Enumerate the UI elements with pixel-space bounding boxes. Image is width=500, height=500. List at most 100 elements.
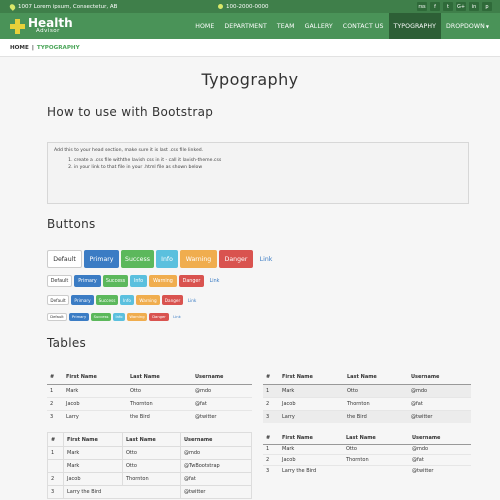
- pinterest-icon[interactable]: p: [482, 2, 492, 11]
- table-row: 1 Mark Otto @mdo: [263, 383, 471, 397]
- facebook-icon[interactable]: f: [430, 2, 440, 11]
- nav-item-department[interactable]: DEPARTMENT: [219, 13, 272, 39]
- table-row: 2 Jacob Thornton @fat: [47, 472, 252, 486]
- table-cell: 1: [263, 443, 279, 455]
- phone-text[interactable]: 100-2000-0000: [226, 4, 268, 10]
- default-button[interactable]: Default: [47, 275, 72, 287]
- table-cell: @TwBootstrap: [180, 459, 252, 473]
- address: 1007 Lorem ipsum, Consectetur, AB: [8, 2, 118, 11]
- howto-step: in your link to that file in your .html …: [74, 165, 462, 170]
- table-cell: Thornton: [344, 396, 408, 410]
- success-button[interactable]: Success: [121, 250, 154, 268]
- column-header: Last Name: [344, 370, 408, 385]
- danger-button[interactable]: Danger: [149, 313, 169, 321]
- success-button[interactable]: Success: [96, 295, 118, 305]
- table-cell: Larry: [279, 409, 344, 423]
- table-cell: Mark: [63, 459, 123, 473]
- link-button[interactable]: Link: [171, 313, 183, 321]
- striped-table: # First Name Last Name Username 1 Mark O…: [263, 370, 471, 423]
- success-button[interactable]: Success: [91, 313, 111, 321]
- primary-button[interactable]: Primary: [84, 250, 119, 268]
- primary-button[interactable]: Primary: [69, 313, 89, 321]
- default-button[interactable]: Default: [47, 250, 82, 268]
- table-row: 2 Jacob Thornton @fat: [47, 396, 252, 410]
- phone[interactable]: 100-2000-0000: [218, 4, 268, 10]
- default-button[interactable]: Default: [47, 295, 69, 305]
- basic-table: # First Name Last Name Username 1 Mark O…: [47, 370, 252, 423]
- table-cell: @mdo: [180, 446, 252, 460]
- nav-item-team[interactable]: TEAM: [272, 13, 300, 39]
- primary-button[interactable]: Primary: [74, 275, 101, 287]
- nav-item-contact-us[interactable]: CONTACT US: [338, 13, 389, 39]
- danger-button[interactable]: Danger: [179, 275, 204, 287]
- column-header: First Name: [279, 432, 343, 445]
- nav-item-dropdown[interactable]: DROPDOWN ▼: [441, 13, 494, 39]
- breadcrumb-home[interactable]: HOME: [10, 45, 29, 51]
- table-row: 3 Larry the Bird @twitter: [47, 485, 252, 499]
- column-header: Last Name: [122, 432, 181, 447]
- danger-button[interactable]: Danger: [162, 295, 183, 305]
- table-cell: Mark: [279, 443, 343, 455]
- table-cell: Otto: [127, 383, 192, 397]
- table-cell: Jacob: [63, 472, 123, 486]
- info-button[interactable]: Info: [113, 313, 125, 321]
- table-row: 1 Mark Otto @mdo: [47, 383, 252, 397]
- address-text: 1007 Lorem ipsum, Consectetur, AB: [18, 3, 118, 10]
- medical-cross-icon: [10, 18, 25, 34]
- default-button[interactable]: Default: [47, 313, 67, 321]
- column-header: First Name: [63, 432, 123, 447]
- table-cell: Mark: [63, 383, 127, 397]
- warning-button[interactable]: Warning: [127, 313, 147, 321]
- table-cell: @twitter: [192, 409, 252, 423]
- table-cell: @fat: [408, 396, 471, 410]
- link-button[interactable]: Link: [185, 295, 199, 305]
- column-header: Last Name: [127, 370, 192, 385]
- condensed-table: # First Name Last Name Username 1 Mark O…: [263, 432, 471, 476]
- table-cell: 3: [263, 409, 279, 423]
- column-header: Username: [408, 370, 471, 385]
- table-row: 1 Mark Otto @mdo: [263, 443, 471, 455]
- column-header: Username: [180, 432, 252, 447]
- table-cell: @twitter: [180, 485, 252, 499]
- success-button[interactable]: Success: [103, 275, 128, 287]
- google-plus-icon[interactable]: G+: [456, 2, 466, 11]
- link-button[interactable]: Link: [206, 275, 223, 287]
- info-button[interactable]: Info: [120, 295, 134, 305]
- howto-heading: How to use with Bootstrap: [47, 105, 214, 119]
- nav-item-dropdown-label: DROPDOWN: [445, 22, 485, 30]
- breadcrumb-current: TYPOGRAPHY: [36, 44, 80, 51]
- table-cell: Otto: [344, 383, 408, 397]
- table-row: 3 Larry the Bird @twitter: [263, 464, 471, 476]
- social-links: rss f t G+ in p: [417, 2, 492, 11]
- primary-button[interactable]: Primary: [71, 295, 94, 305]
- column-header: #: [263, 370, 279, 385]
- table-cell: 3: [263, 464, 279, 476]
- nav-item-gallery[interactable]: GALLERY: [300, 13, 338, 39]
- logo-subtitle: Advisor: [36, 28, 60, 35]
- column-header: Username: [192, 370, 252, 385]
- bordered-table: # First Name Last Name Username 1 Mark O…: [47, 432, 252, 499]
- nav-item-home[interactable]: HOME: [190, 13, 219, 39]
- warning-button[interactable]: Warning: [136, 295, 160, 305]
- nav-item-typography[interactable]: TYPOGRAPHY: [388, 13, 441, 39]
- logo[interactable]: Health Advisor: [10, 17, 73, 35]
- table-cell: Jacob: [279, 396, 344, 410]
- table-cell: Thornton: [127, 396, 192, 410]
- danger-button[interactable]: Danger: [219, 250, 253, 268]
- tables-heading: Tables: [47, 336, 87, 350]
- warning-button[interactable]: Warning: [180, 250, 217, 268]
- table-cell: 2: [263, 396, 279, 410]
- buttons-heading: Buttons: [47, 217, 96, 231]
- table-cell: Otto: [122, 459, 181, 473]
- twitter-icon[interactable]: t: [443, 2, 453, 11]
- info-button[interactable]: Info: [156, 250, 178, 268]
- table-row: 3 Larry the Bird @twitter: [263, 409, 471, 423]
- nav-menu: HOME DEPARTMENT TEAM GALLERY CONTACT US …: [190, 13, 494, 39]
- warning-button[interactable]: Warning: [149, 275, 177, 287]
- column-header: #: [263, 432, 279, 445]
- linkedin-icon[interactable]: in: [469, 2, 479, 11]
- rss-icon[interactable]: rss: [417, 2, 427, 11]
- table-row: 3 Larry the Bird @twitter: [47, 409, 252, 423]
- link-button[interactable]: Link: [255, 250, 277, 268]
- info-button[interactable]: Info: [130, 275, 147, 287]
